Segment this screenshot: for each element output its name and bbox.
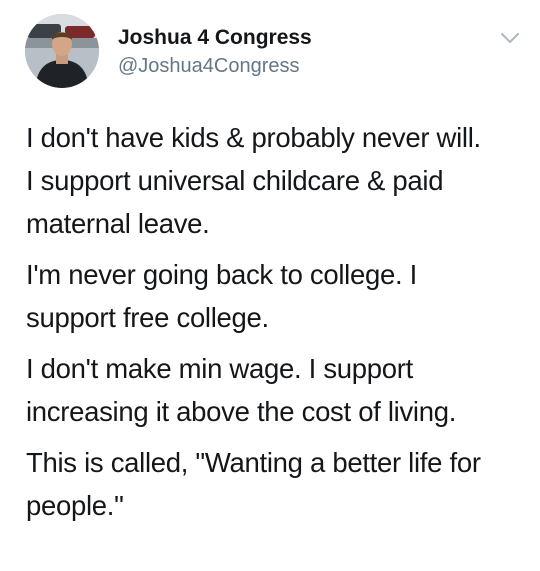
avatar[interactable] (25, 14, 99, 88)
tweet-line: This is called, "Wanting a better life f… (26, 447, 481, 478)
tweet-line: maternal leave. (26, 208, 210, 239)
tweet-line: I don't have kids & probably never will. (26, 122, 481, 153)
tweet-line: support free college. (26, 302, 269, 333)
tweet-line: I support universal childcare & paid (26, 165, 444, 196)
tweet-line: I'm never going back to college. I (26, 259, 417, 290)
tweet-paragraph: I'm never going back to college. I suppo… (26, 253, 526, 339)
author-display-name[interactable]: Joshua 4 Congress (118, 26, 312, 50)
tweet-paragraph: I don't make min wage. I support increas… (26, 347, 526, 433)
chevron-down-icon (501, 33, 519, 43)
tweet-card: Joshua 4 Congress @Joshua4Congress I don… (0, 0, 540, 571)
tweet-paragraph: I don't have kids & probably never will.… (26, 116, 526, 245)
tweet-line: increasing it above the cost of living. (26, 396, 457, 427)
tweet-line: I don't make min wage. I support (26, 353, 413, 384)
tweet-line: people." (26, 490, 124, 521)
tweet-menu-button[interactable] (499, 30, 521, 46)
author-handle[interactable]: @Joshua4Congress (118, 55, 300, 78)
tweet-paragraph: This is called, "Wanting a better life f… (26, 441, 526, 527)
profile-photo-icon (25, 14, 99, 88)
tweet-text: I don't have kids & probably never will.… (26, 116, 526, 527)
